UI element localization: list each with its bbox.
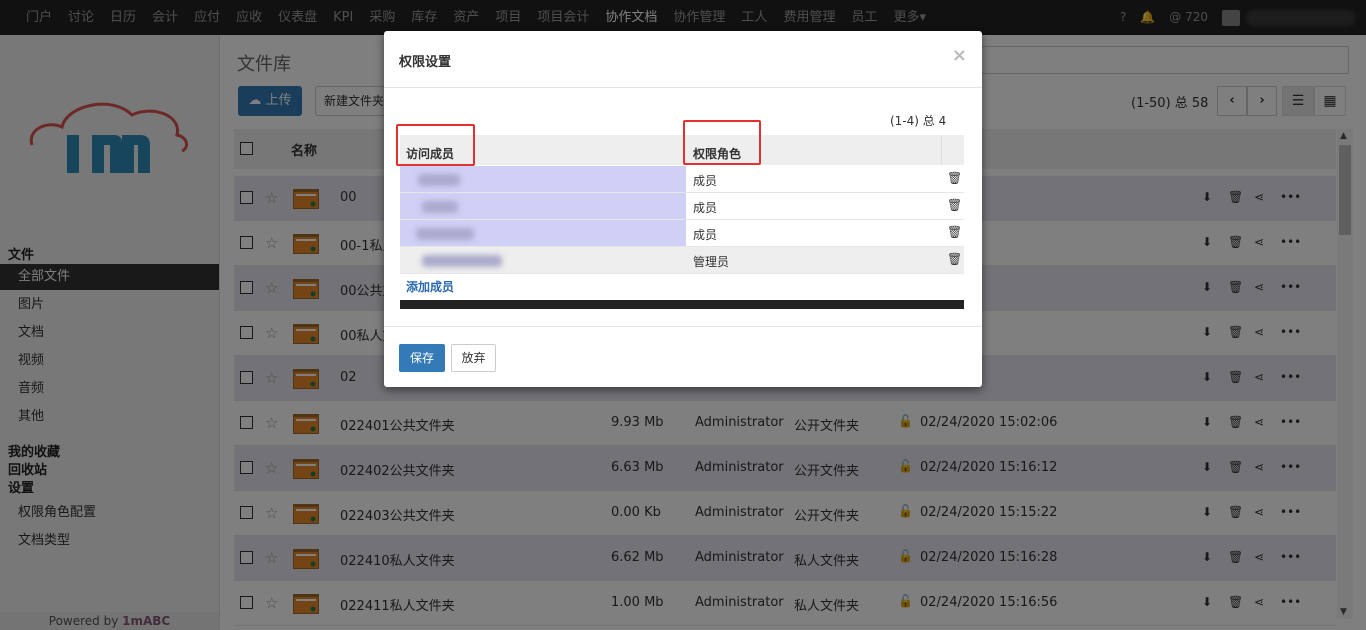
member-cell[interactable] [400, 247, 686, 273]
trash-icon[interactable]: 🗑 [947, 225, 962, 239]
member-count: (1-4) 总 4 [890, 114, 947, 128]
trash-icon[interactable]: 🗑 [947, 252, 962, 266]
member-name-blurred [416, 228, 474, 240]
save-button[interactable]: 保存 [399, 344, 445, 372]
member-table-header: 访问成员 权限角色 [400, 135, 964, 165]
modal-divider [384, 326, 982, 327]
member-name-blurred [422, 255, 502, 267]
role-cell[interactable]: 成员 [693, 226, 717, 243]
member-name-blurred [422, 201, 458, 213]
role-cell[interactable]: 成员 [693, 172, 717, 189]
member-cell[interactable] [400, 220, 686, 246]
table-footer-bar [400, 300, 964, 309]
member-row[interactable]: 成员 🗑 [400, 193, 964, 220]
member-name-blurred [418, 174, 460, 186]
role-cell[interactable]: 管理员 [693, 253, 729, 270]
trash-icon[interactable]: 🗑 [947, 171, 962, 185]
trash-icon[interactable]: 🗑 [947, 198, 962, 212]
member-row[interactable]: 成员 🗑 [400, 166, 964, 193]
highlight-box-member [396, 124, 475, 166]
role-cell[interactable]: 成员 [693, 199, 717, 216]
add-member-link[interactable]: 添加成员 [406, 278, 454, 295]
member-cell[interactable] [400, 166, 686, 192]
member-row[interactable]: 成员 🗑 [400, 220, 964, 247]
close-icon[interactable]: × [952, 45, 967, 66]
member-row[interactable]: 管理员 🗑 [400, 247, 964, 274]
discard-button[interactable]: 放弃 [451, 344, 496, 372]
modal-title: 权限设置 [399, 55, 452, 70]
highlight-box-role [683, 120, 761, 165]
member-cell[interactable] [400, 193, 686, 219]
permission-modal: 权限设置 × (1-4) 总 4 访问成员 权限角色 成员 🗑 成员 🗑 成员 🗑 管理员 🗑… [384, 31, 982, 387]
modal-divider [384, 87, 982, 88]
